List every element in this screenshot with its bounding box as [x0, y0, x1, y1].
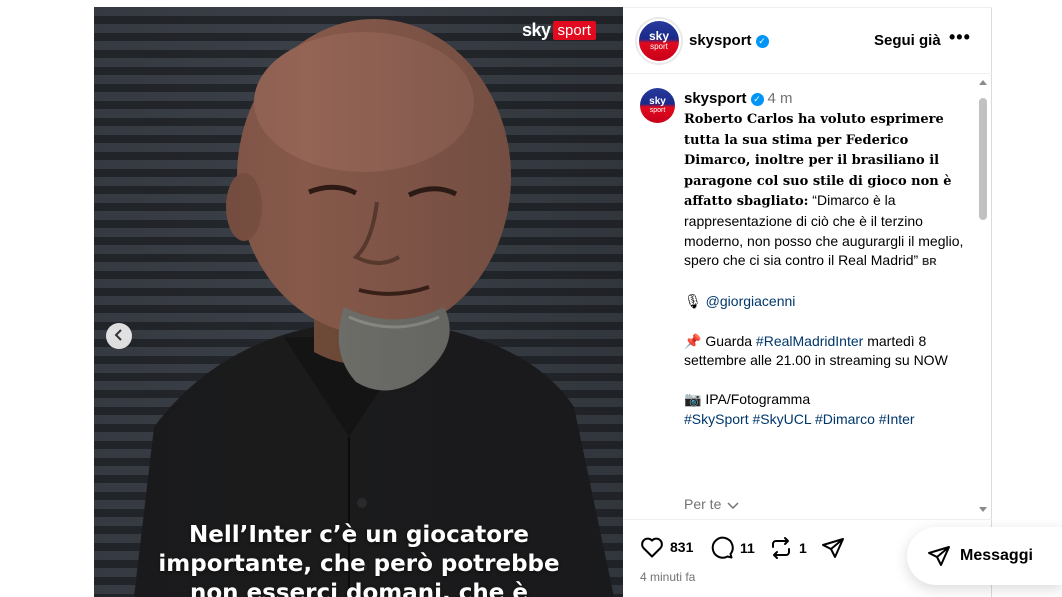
- caption-paragraph: 📷 IPA/Fotogramma #SkySport #SkyUCL #Dimar…: [684, 390, 964, 429]
- avatar-text-top: sky: [648, 29, 670, 43]
- repost-count: 1: [799, 540, 807, 556]
- avatar[interactable]: sky sport: [637, 19, 681, 63]
- caption-line: Nell’Inter c’è un giocatore: [188, 522, 529, 548]
- caption-username-text[interactable]: skysport: [684, 90, 747, 107]
- page: sky sport Nell’Inter c’è un giocatore im…: [0, 0, 1062, 597]
- comment-count: 11: [740, 540, 755, 556]
- comment-button[interactable]: 11: [710, 536, 755, 560]
- hashtags-links[interactable]: #SkySport #SkyUCL #Dimarco #Inter: [684, 411, 915, 427]
- posted-time-ago: 4 minuti fa: [640, 570, 696, 584]
- like-button[interactable]: 831: [640, 536, 693, 558]
- watch-prefix: Guarda: [701, 332, 756, 349]
- scrollbar-thumb[interactable]: [979, 98, 987, 220]
- post-side-panel: sky sport skysport ✓ Segui già ••• sky sp…: [623, 7, 992, 597]
- scrollbar[interactable]: [978, 80, 987, 512]
- caption-username: skysport ✓ 4 m: [684, 90, 793, 107]
- avatar-text-top: sky: [649, 95, 666, 107]
- post-time: 4 m: [767, 90, 793, 107]
- more-options-icon[interactable]: •••: [949, 27, 971, 48]
- following-button[interactable]: Segui già: [874, 32, 941, 49]
- pin-icon: 📌: [684, 332, 702, 349]
- verified-badge-icon: ✓: [755, 34, 769, 48]
- microphone-icon: 🎙: [684, 293, 702, 310]
- video-caption: Nell’Inter c’è un giocatore importante, …: [134, 521, 584, 597]
- verified-badge-icon: ✓: [750, 92, 764, 106]
- caption-text: Roberto Carlos ha voluto esprimere tutta…: [684, 109, 964, 430]
- mention-link[interactable]: @giorgiacenni: [706, 293, 796, 309]
- comment-bubble-icon: [710, 536, 734, 560]
- caption-line: importante, che però potrebbe: [158, 551, 560, 577]
- avatar-text-bottom: sport: [649, 106, 666, 114]
- see-translation-label: Per te: [684, 496, 722, 512]
- chevron-left-icon: [114, 328, 124, 344]
- watermark-sport-text: sport: [552, 21, 596, 40]
- media-shade: [94, 7, 623, 597]
- watermark-sky-text: sky: [522, 20, 551, 40]
- previous-slide-button[interactable]: [106, 323, 132, 349]
- avatar-text-bottom: sport: [650, 42, 668, 51]
- share-button[interactable]: [821, 536, 845, 560]
- caption-scroll-area[interactable]: sky sport skysport ✓ 4 m Roberto Carlos ha…: [623, 75, 992, 519]
- sky-sport-watermark: sky sport: [522, 20, 596, 41]
- paper-plane-icon: [821, 536, 845, 560]
- camera-icon: 📷: [684, 391, 702, 408]
- repost-button[interactable]: 1: [769, 536, 807, 560]
- paper-plane-icon: [927, 544, 951, 568]
- scroll-down-arrow-icon[interactable]: [979, 507, 987, 512]
- messages-button[interactable]: Messaggi: [907, 527, 1062, 585]
- scroll-up-arrow-icon[interactable]: [979, 80, 987, 85]
- post-media[interactable]: sky sport Nell’Inter c’è un giocatore im…: [94, 7, 623, 597]
- post-header: sky sport skysport ✓ Segui già •••: [623, 8, 992, 74]
- repost-icon: [769, 536, 793, 560]
- avatar[interactable]: sky sport: [640, 88, 675, 123]
- heart-icon: [640, 536, 664, 558]
- messages-label: Messaggi: [960, 547, 1033, 564]
- caption-paragraph: 🎙 @giorgiacenni: [684, 292, 964, 312]
- caption-paragraph: Roberto Carlos ha voluto esprimere tutta…: [684, 109, 964, 273]
- see-translation-toggle[interactable]: Per te: [684, 496, 739, 513]
- caption-br-tag: BR: [922, 257, 937, 269]
- header-username[interactable]: skysport ✓: [689, 32, 769, 49]
- caption-paragraph: 📌 Guarda #RealMadridInter martedì 8 sett…: [684, 332, 964, 371]
- caption-line: non esserci domani, che è: [190, 580, 528, 597]
- photo-credit: IPA/Fotogramma: [701, 391, 811, 408]
- hashtag-link[interactable]: #RealMadridInter: [756, 333, 863, 349]
- header-username-text: skysport: [689, 32, 752, 49]
- chevron-down-icon: [727, 497, 739, 513]
- like-count: 831: [670, 539, 694, 555]
